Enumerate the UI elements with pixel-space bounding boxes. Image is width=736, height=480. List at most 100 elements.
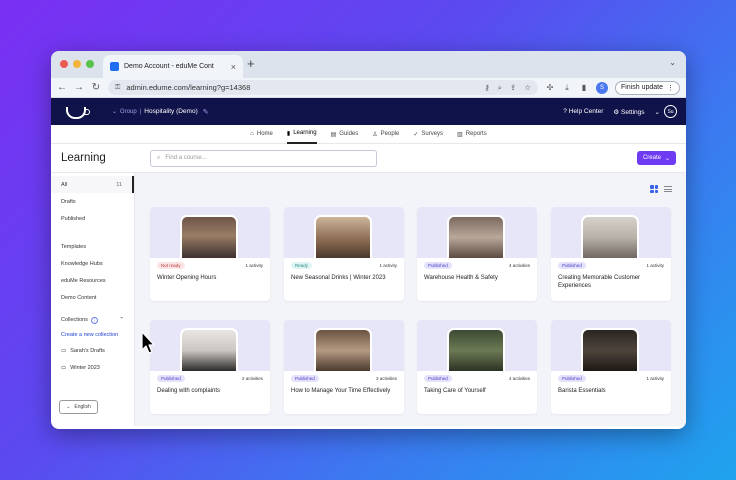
download-icon[interactable]: ⤓	[562, 83, 572, 93]
reload-icon[interactable]: ↻	[91, 82, 101, 93]
course-title: Taking Care of Yourself	[424, 388, 486, 394]
info-icon[interactable]: i	[90, 316, 98, 324]
maximize-window-icon[interactable]	[86, 60, 94, 68]
sidebar-item-demo-content[interactable]: Demo Content	[51, 289, 134, 306]
back-icon[interactable]: ←	[57, 82, 67, 93]
course-image	[551, 207, 671, 258]
extensions-icon[interactable]: ✣	[545, 83, 555, 92]
search-input[interactable]: ⌕ Find a course...	[150, 149, 377, 167]
status-badge: Published	[291, 375, 319, 382]
course-card[interactable]: Published 4 activities Warehouse Health &…	[417, 207, 537, 301]
course-card[interactable]: Published 3 activities How to Manage Your…	[284, 320, 404, 414]
settings-link[interactable]: ⚙ Settings	[613, 108, 644, 116]
status-badge: Published	[558, 375, 586, 382]
status-badge: Published	[424, 262, 452, 269]
chevron-down-icon: ⌄	[112, 109, 118, 115]
close-tab-icon[interactable]: ×	[231, 62, 236, 72]
course-thumbnail	[314, 328, 372, 371]
sidebar-item-collection[interactable]: ▭ Sarah's Drafts	[51, 342, 134, 359]
app-header: ⌄ Group | Hospitality (Demo) ✎ ? Help Ce…	[51, 98, 686, 125]
sidebar-item-knowledge-hubs[interactable]: Knowledge Hubs	[51, 255, 134, 272]
group-separator: |	[139, 108, 142, 115]
check-icon: ✓	[413, 131, 419, 138]
browser-tab[interactable]: Demo Account - eduMe Cont ×	[103, 55, 243, 78]
list-view-icon[interactable]	[664, 185, 672, 193]
search-icon: ⌕	[157, 154, 161, 161]
course-card[interactable]: Ready 1 activity New Seasonal Drinks | Wi…	[284, 207, 404, 301]
group-selector[interactable]: ⌄ Group | Hospitality (Demo)	[112, 108, 198, 115]
nav-reports[interactable]: ▥ Reports	[457, 125, 487, 144]
course-title: Dealing with complaints	[157, 388, 221, 394]
sidebar-edume-resources-label: eduMe Resources	[61, 277, 106, 284]
folder-icon: ▭	[61, 347, 67, 354]
create-label: Create	[642, 155, 661, 161]
sidebar-icon[interactable]: ▮	[579, 83, 589, 92]
course-card[interactable]: Published 1 activity Barista Essentials	[551, 320, 671, 414]
nav-home-label: Home	[256, 131, 273, 137]
nav-guides[interactable]: ▤ Guides	[331, 125, 359, 144]
new-tab-icon[interactable]: +	[247, 56, 255, 71]
course-thumbnail	[447, 215, 505, 258]
edit-pencil-icon[interactable]: ✎	[203, 108, 209, 116]
course-thumbnail	[314, 215, 372, 258]
nav-learning[interactable]: ▮ Learning	[286, 125, 317, 144]
profile-avatar[interactable]: S	[595, 81, 608, 94]
close-window-icon[interactable]	[60, 60, 68, 68]
activity-count: 4 activities	[508, 263, 530, 268]
sidebar-item-drafts[interactable]: Drafts	[51, 193, 134, 210]
zoom-icon[interactable]: ⌕	[498, 83, 502, 93]
create-button[interactable]: Create ⌄	[636, 151, 676, 165]
course-thumbnail	[581, 215, 639, 258]
page-title: Learning	[61, 152, 106, 164]
course-image	[417, 320, 537, 371]
nav-learning-label: Learning	[293, 130, 317, 136]
group-name: Hospitality (Demo)	[144, 108, 198, 115]
grid-view-icon[interactable]	[650, 185, 658, 193]
nav-reports-label: Reports	[465, 131, 487, 137]
forward-icon[interactable]: →	[74, 82, 84, 93]
course-card[interactable]: Not ready 1 activity Winter Opening Hours	[150, 207, 270, 301]
minimize-window-icon[interactable]	[73, 60, 81, 68]
person-icon: ♙	[372, 131, 378, 138]
nav-surveys[interactable]: ✓ Surveys	[413, 125, 443, 144]
help-center-link[interactable]: ? Help Center	[563, 108, 603, 115]
status-badge: Not ready	[157, 262, 185, 269]
address-bar[interactable]: ⚿ admin.edume.com/learning?g=14368 ⚷ ⌕ ⇪…	[108, 80, 538, 95]
star-icon[interactable]: ☆	[524, 83, 531, 93]
chevron-up-icon[interactable]: ⌃	[119, 317, 124, 323]
collections-header[interactable]: Collections i ⌃	[51, 312, 134, 328]
course-grid: Not ready 1 activity Winter Opening Hours…	[135, 173, 686, 426]
course-image	[417, 207, 537, 258]
sidebar-item-edume-resources[interactable]: eduMe Resources	[51, 272, 134, 289]
course-card[interactable]: Published 2 activities Dealing with compl…	[150, 320, 270, 414]
nav-home[interactable]: ⌂ Home	[250, 125, 273, 144]
sidebar-item-collection[interactable]: ▭ Winter 2023	[51, 359, 134, 376]
finish-update-button[interactable]: Finish update ⋮	[614, 80, 680, 95]
status-badge: Published	[157, 375, 185, 382]
chevron-down-icon[interactable]: ⌄	[669, 58, 676, 67]
sidebar-item-published[interactable]: Published	[51, 210, 134, 227]
main-nav: ⌂ Home ▮ Learning ▤ Guides ♙ People ✓ Surveys…	[51, 125, 686, 144]
user-avatar: Su	[664, 105, 677, 118]
status-badge: Ready	[291, 262, 313, 269]
user-menu[interactable]: ⌄ Su	[655, 105, 677, 118]
sidebar: All 11 Drafts Published Templates Knowled…	[51, 173, 135, 426]
help-icon: ?	[563, 108, 567, 115]
activity-count: 2 activities	[241, 376, 263, 381]
sidebar-item-all[interactable]: All 11	[51, 176, 134, 193]
favicon-icon	[110, 62, 119, 71]
nav-surveys-label: Surveys	[421, 131, 444, 137]
key-icon[interactable]: ⚷	[484, 83, 490, 93]
course-card[interactable]: Published 1 activity Creating Memorable C…	[551, 207, 671, 301]
course-image	[551, 320, 671, 371]
activity-count: 4 activities	[508, 376, 530, 381]
activity-count: 1 activity	[379, 263, 397, 268]
create-collection-link[interactable]: Create a new collection	[51, 328, 134, 342]
share-icon[interactable]: ⇪	[510, 83, 516, 93]
language-selector[interactable]: ⌄ English	[59, 400, 98, 414]
sidebar-item-templates[interactable]: Templates	[51, 238, 134, 255]
nav-people[interactable]: ♙ People	[372, 125, 399, 144]
edume-logo[interactable]	[66, 104, 90, 120]
course-card[interactable]: Published 4 activities Taking Care of You…	[417, 320, 537, 414]
view-toggle	[650, 185, 672, 193]
